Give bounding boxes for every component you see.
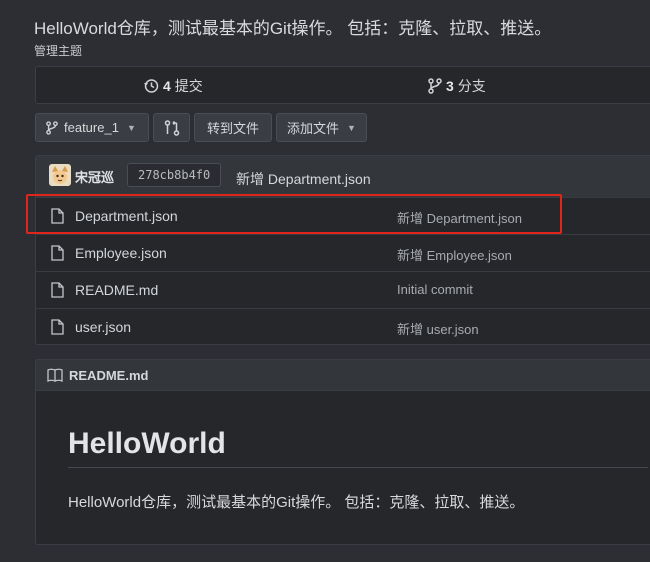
readme-filename[interactable]: README.md	[69, 368, 148, 383]
commits-label: 提交	[174, 78, 203, 94]
compare-icon	[164, 119, 179, 136]
commit-message[interactable]: 新增 Department.json	[236, 169, 371, 189]
commits-count: 4	[163, 78, 171, 94]
branch-icon	[428, 78, 442, 94]
file-row[interactable]: Employee.json 新增 Employee.json	[36, 234, 650, 272]
commit-author[interactable]: 宋冠巡	[75, 167, 114, 186]
file-icon	[51, 319, 64, 335]
goto-file-button[interactable]: 转到文件	[194, 113, 272, 142]
branch-selector[interactable]: feature_1 ▼	[35, 113, 149, 142]
file-commit-message[interactable]: 新增 Employee.json	[397, 245, 512, 264]
file-icon	[51, 282, 64, 298]
readme-header: README.md	[36, 360, 650, 391]
commit-sha[interactable]: 278cb8b4f0	[127, 163, 222, 187]
branches-count: 3	[446, 78, 454, 94]
branches-link[interactable]: 3 分支	[428, 76, 486, 96]
add-file-label: 添加文件	[287, 121, 340, 136]
book-icon	[47, 368, 63, 382]
repo-description: HelloWorld仓库，测试最基本的Git操作。 包括：克隆、拉取、推送。	[34, 19, 552, 38]
repo-stats-bar: 4 提交 3 分支	[35, 66, 650, 104]
file-name[interactable]: user.json	[75, 319, 131, 335]
readme-panel: README.md HelloWorld HelloWorld仓库，测试最基本的…	[35, 359, 650, 545]
readme-body: HelloWorld仓库，测试最基本的Git操作。 包括：克隆、拉取、推送。	[68, 494, 525, 511]
add-file-button[interactable]: 添加文件 ▼	[276, 113, 367, 142]
avatar[interactable]	[49, 164, 71, 186]
file-row[interactable]: README.md Initial commit	[36, 271, 650, 309]
file-list: 宋冠巡 278cb8b4f0 新增 Department.json Depart…	[35, 155, 650, 345]
commits-link[interactable]: 4 提交	[143, 76, 203, 96]
file-commit-message[interactable]: 新增 user.json	[397, 319, 479, 338]
file-row[interactable]: user.json 新增 user.json	[36, 308, 650, 344]
latest-commit-bar: 宋冠巡 278cb8b4f0 新增 Department.json	[36, 156, 650, 198]
history-icon	[144, 79, 159, 93]
branch-name: feature_1	[64, 120, 119, 135]
caret-down-icon: ▼	[126, 122, 136, 133]
highlight-box	[26, 194, 562, 234]
file-name[interactable]: Employee.json	[75, 245, 167, 261]
file-icon	[51, 245, 64, 261]
file-name[interactable]: README.md	[75, 282, 158, 298]
branch-icon	[46, 120, 58, 135]
manage-topics-link[interactable]: 管理主题	[34, 42, 82, 59]
file-commit-message[interactable]: Initial commit	[397, 282, 473, 297]
readme-title: HelloWorld	[68, 427, 648, 468]
compare-button[interactable]	[153, 113, 190, 142]
caret-down-icon: ▼	[347, 122, 356, 133]
branches-label: 分支	[457, 78, 486, 94]
